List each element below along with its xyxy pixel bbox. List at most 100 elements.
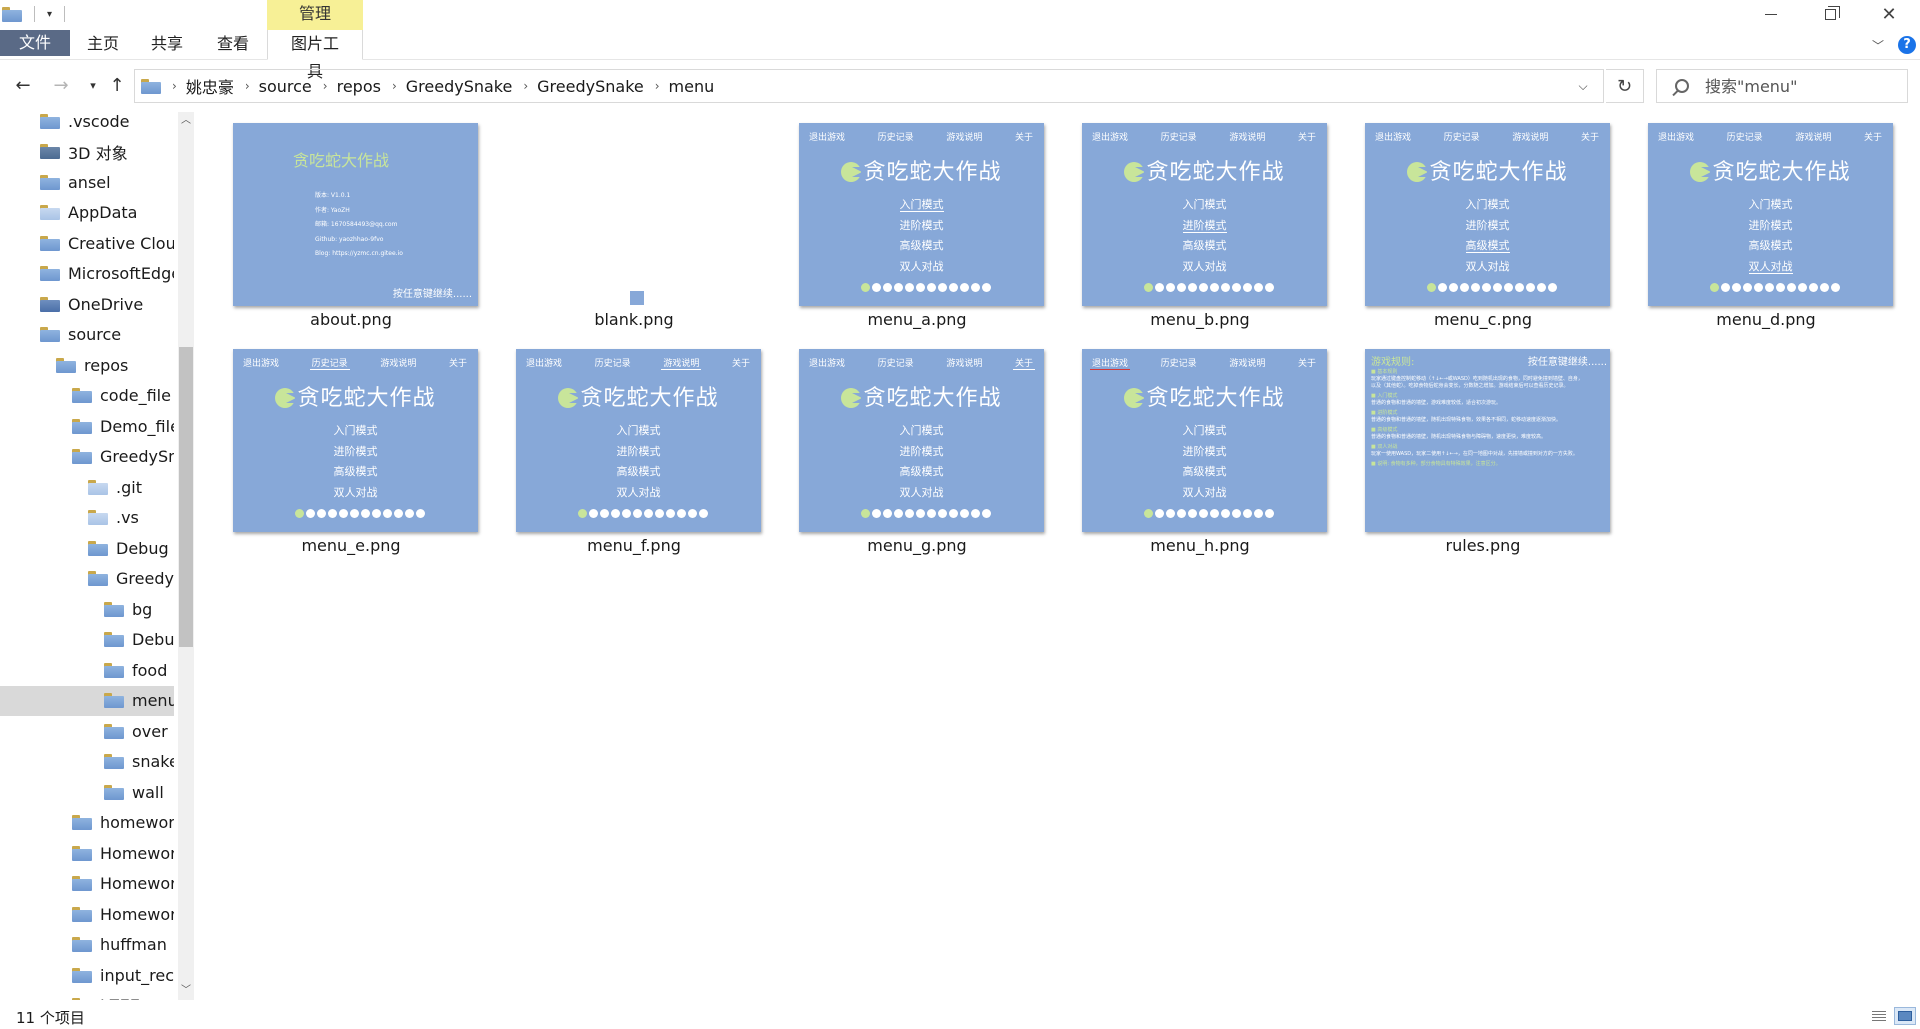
nav-tree-item[interactable]: GreedySnak	[0, 442, 174, 472]
expand-ribbon-icon[interactable]: ﹀	[1872, 37, 1884, 54]
toolbar-divider	[64, 6, 66, 22]
contextual-manage-tab[interactable]: 管理	[267, 0, 363, 30]
breadcrumb-item[interactable]: source	[259, 77, 312, 96]
details-view-button[interactable]	[1868, 1007, 1890, 1025]
breadcrumb-chevron-icon[interactable]: ›	[392, 79, 397, 93]
thumb-mode-label: 双人对战	[616, 485, 661, 499]
nav-tree-item[interactable]: Creative Cloud	[0, 228, 174, 258]
address-bar[interactable]: › 姚忠豪 › source › repos › GreedySnake › GreedySnak…	[134, 69, 1604, 103]
nav-tree-item[interactable]: .vscode	[0, 112, 174, 136]
folder-icon	[104, 662, 124, 678]
snake-segment-icon	[894, 509, 903, 518]
tab-view[interactable]: 查看	[217, 30, 249, 60]
up-button[interactable]: ↑	[104, 72, 130, 98]
file-item[interactable]: 退出游戏 历史记录 游戏说明 关于 贪吃蛇大作战 入门模式 进阶模式 高级模式 双人对战 menu…	[786, 106, 1048, 329]
nav-tree-label: GreedySna	[116, 569, 174, 588]
search-input[interactable]	[1705, 76, 1895, 96]
address-history-dropdown[interactable]: ⌵	[1563, 70, 1603, 102]
file-item[interactable]: 游戏规则: 按任意键继续...... ■ 基本规则 玩家通过键盘控制蛇移动（↑↓←→或…	[1352, 332, 1614, 555]
nav-tree-item[interactable]: snake	[0, 747, 174, 777]
thumb-mode-label: 双人对战	[899, 485, 944, 499]
breadcrumb-chevron-icon[interactable]: ›	[172, 79, 177, 93]
breadcrumb-item[interactable]: menu	[669, 77, 715, 96]
file-item[interactable]: 退出游戏 历史记录 游戏说明 关于 贪吃蛇大作战 入门模式 进阶模式 高级模式 双人对战 menu…	[1352, 106, 1614, 329]
nav-tree-item[interactable]: AppData	[0, 198, 174, 228]
folder-icon[interactable]	[2, 6, 22, 22]
thumb-mode-label: 入门模式	[333, 424, 378, 437]
back-button[interactable]: ←	[10, 72, 36, 98]
breadcrumb-chevron-icon[interactable]: ›	[323, 79, 328, 93]
nav-tree-item[interactable]: homework	[0, 808, 174, 838]
recent-locations-button[interactable]: ▾	[80, 72, 106, 98]
refresh-button[interactable]: ↻	[1606, 69, 1644, 103]
tab-share[interactable]: 共享	[151, 30, 183, 60]
thumb-title-text: 贪吃蛇大作战	[1429, 160, 1568, 185]
thumb-snake-body	[1144, 509, 1274, 518]
breadcrumb-chevron-icon[interactable]: ›	[655, 79, 660, 93]
file-item[interactable]: 贪吃蛇大作战 版本: V1.0.1 作者: YaoZH 邮箱: 1670584493@…	[220, 106, 482, 329]
file-item[interactable]: blank.png	[503, 106, 765, 329]
breadcrumb-item[interactable]: repos	[337, 77, 381, 96]
thumb-menu-label: 历史记录	[594, 359, 631, 369]
forward-button[interactable]: →	[48, 72, 74, 98]
file-item[interactable]: 退出游戏 历史记录 游戏说明 关于 贪吃蛇大作战 入门模式 进阶模式 高级模式 双人对战 menu…	[1635, 106, 1897, 329]
nav-tree-item[interactable]: menu	[0, 685, 174, 716]
file-item[interactable]: 退出游戏 历史记录 游戏说明 关于 贪吃蛇大作战 入门模式 进阶模式 高级模式 双人对战 menu…	[1069, 106, 1331, 329]
nav-tree-item[interactable]: code_file	[0, 381, 174, 411]
nav-tree-item[interactable]: MicrosoftEdge	[0, 259, 174, 289]
nav-tree-item[interactable]: Homework_	[0, 838, 174, 868]
nav-tree-item[interactable]: .vs	[0, 503, 174, 533]
breadcrumb-chevron-icon[interactable]: ›	[523, 79, 528, 93]
nav-tree-item[interactable]: ansel	[0, 167, 174, 197]
nav-tree-item[interactable]: .git	[0, 472, 174, 502]
thumb-game-title: 贪吃蛇大作战	[799, 154, 1044, 186]
nav-tree-item[interactable]: OneDrive	[0, 289, 174, 319]
scroll-up-icon[interactable]: ︿	[178, 112, 194, 130]
nav-tree-item[interactable]: Demo_file_c	[0, 411, 174, 441]
breadcrumb-item[interactable]: GreedySnake	[406, 77, 513, 96]
nav-tree-item[interactable]: 3D 对象	[0, 137, 174, 167]
nav-tree-item[interactable]: food	[0, 655, 174, 685]
breadcrumb-chevron-icon[interactable]: ›	[245, 79, 250, 93]
large-icons-view-button[interactable]	[1894, 1007, 1916, 1025]
nav-tree-item[interactable]: Debug	[0, 533, 174, 563]
nav-tree-item[interactable]: Debug	[0, 625, 174, 655]
nav-tree-item[interactable]: GreedySna	[0, 564, 174, 594]
customize-toolbar-icon[interactable]: ▾	[47, 9, 52, 20]
nav-tree-item[interactable]: LZ77_compr	[0, 991, 174, 1000]
nav-tree-item[interactable]: repos	[0, 350, 174, 380]
file-item[interactable]: 退出游戏 历史记录 游戏说明 关于 贪吃蛇大作战 入门模式 进阶模式 高级模式 双人对战 menu…	[220, 332, 482, 555]
close-button[interactable]: ✕	[1860, 0, 1918, 28]
nav-tree-item[interactable]: wall	[0, 777, 174, 807]
folder-icon	[72, 998, 92, 1000]
minimize-button[interactable]	[1742, 0, 1800, 28]
tab-file[interactable]: 文件	[0, 30, 70, 56]
nav-tree-item[interactable]: Homework_	[0, 869, 174, 899]
file-item[interactable]: 退出游戏 历史记录 游戏说明 关于 贪吃蛇大作战 入门模式 进阶模式 高级模式 双人对战 menu…	[1069, 332, 1331, 555]
snake-segment-icon	[383, 509, 392, 518]
nav-tree-item[interactable]: Homework_	[0, 899, 174, 929]
scrollbar-thumb[interactable]	[179, 347, 193, 647]
breadcrumb-item[interactable]: 姚忠豪	[186, 74, 234, 98]
nav-tree-item[interactable]: over	[0, 716, 174, 746]
breadcrumb-item[interactable]: GreedySnake	[537, 77, 644, 96]
thumb-mode-label: 双人对战	[899, 259, 944, 273]
search-box[interactable]	[1656, 69, 1908, 103]
restore-button[interactable]	[1801, 0, 1859, 28]
navigation-pane-scrollbar[interactable]: ︿ ﹀	[178, 112, 194, 1000]
file-item[interactable]: 退出游戏 历史记录 游戏说明 关于 贪吃蛇大作战 入门模式 进阶模式 高级模式 双人对战 menu…	[786, 332, 1048, 555]
snake-segment-icon	[872, 509, 881, 518]
help-icon[interactable]: ?	[1898, 36, 1916, 54]
nav-tree-item[interactable]: bg	[0, 594, 174, 624]
scroll-down-icon[interactable]: ﹀	[178, 982, 194, 1000]
thumb-mode-row: 进阶模式	[1082, 442, 1327, 463]
nav-tree-item[interactable]: input_recorc	[0, 960, 174, 990]
tab-home[interactable]: 主页	[87, 30, 119, 60]
file-item[interactable]: 退出游戏 历史记录 游戏说明 关于 贪吃蛇大作战 入门模式 进阶模式 高级模式 双人对战 menu…	[503, 332, 765, 555]
nav-tree-item[interactable]: huffman	[0, 930, 174, 960]
image-thumbnail: 退出游戏 历史记录 游戏说明 关于 贪吃蛇大作战 入门模式 进阶模式 高级模式 双人对战	[233, 349, 478, 532]
folder-icon	[40, 205, 60, 220]
tab-picture-tools[interactable]: 图片工具	[267, 30, 363, 81]
snake-segment-icon	[894, 283, 903, 292]
nav-tree-item[interactable]: source	[0, 320, 174, 350]
